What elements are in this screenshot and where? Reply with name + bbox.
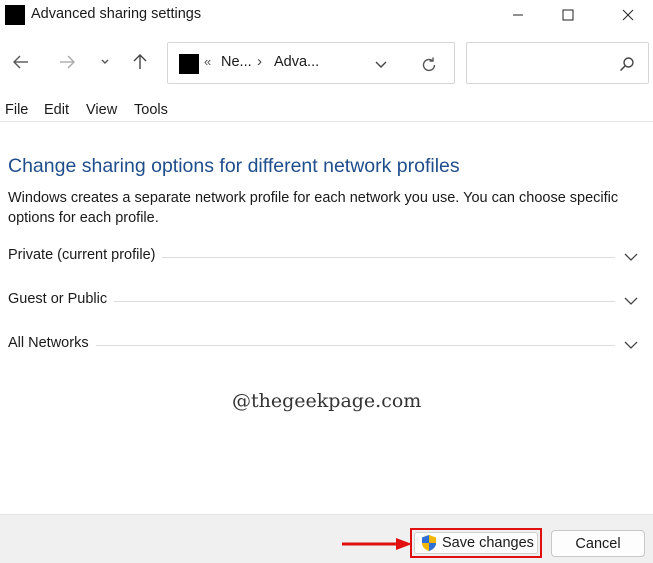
minimize-icon — [513, 14, 523, 16]
page-description: Windows creates a separate network profi… — [8, 190, 619, 226]
breadcrumb-advanced[interactable]: Adva... — [274, 54, 319, 70]
profile-section-private[interactable]: Private (current profile) — [8, 245, 648, 269]
profile-section-guest[interactable]: Guest or Public — [8, 289, 648, 313]
chevron-down-icon — [101, 59, 109, 64]
maximize-icon — [562, 9, 574, 21]
search-icon — [619, 57, 634, 72]
maximize-button[interactable] — [545, 0, 591, 30]
menu-tools[interactable]: Tools — [134, 102, 168, 118]
arrow-right-icon — [60, 55, 75, 69]
up-button[interactable] — [128, 50, 152, 74]
chevron-down-icon — [624, 253, 638, 261]
close-icon — [622, 9, 634, 21]
window-title: Advanced sharing settings — [31, 6, 202, 22]
back-button[interactable] — [9, 50, 33, 74]
annotation-arrow-icon — [342, 538, 412, 550]
arrow-up-icon — [133, 54, 147, 69]
menu-edit[interactable]: Edit — [44, 102, 69, 118]
cancel-button[interactable]: Cancel — [551, 530, 645, 557]
network-icon — [179, 54, 199, 74]
profile-label-guest: Guest or Public — [8, 291, 115, 307]
page-heading: Change sharing options for different net… — [8, 155, 460, 177]
address-dropdown-button[interactable] — [371, 55, 391, 75]
arrow-left-icon — [13, 55, 28, 69]
profile-section-all-networks[interactable]: All Networks — [8, 333, 648, 357]
menu-view[interactable]: View — [86, 102, 117, 118]
title-bar: Advanced sharing settings — [0, 0, 653, 30]
divider — [8, 345, 615, 346]
save-changes-button[interactable]: Save changes — [414, 532, 538, 554]
profile-label-all-networks: All Networks — [8, 335, 96, 351]
address-bar[interactable]: « Ne... › Adva... — [167, 42, 455, 84]
refresh-icon — [422, 57, 436, 72]
chevron-down-icon — [624, 297, 638, 305]
menu-bar: File Edit View Tools — [0, 100, 653, 122]
chevron-down-icon — [624, 341, 638, 349]
save-changes-label: Save changes — [442, 535, 534, 551]
expand-private-button[interactable] — [622, 248, 640, 266]
watermark: @thegeekpage.com — [232, 390, 422, 412]
refresh-button[interactable] — [417, 53, 441, 77]
breadcrumb-network[interactable]: Ne... — [221, 54, 252, 70]
app-icon — [5, 5, 25, 25]
expand-guest-button[interactable] — [622, 292, 640, 310]
menu-file[interactable]: File — [5, 102, 28, 118]
recent-locations-button[interactable] — [93, 50, 117, 74]
search-input[interactable] — [466, 42, 649, 84]
minimize-button[interactable] — [495, 0, 541, 30]
expand-all-networks-button[interactable] — [622, 336, 640, 354]
hidden-path-chevrons[interactable]: « — [204, 54, 211, 69]
uac-shield-icon — [422, 535, 436, 551]
breadcrumb-separator[interactable]: › — [257, 53, 262, 70]
footer-bar: Save changes Cancel — [0, 514, 653, 563]
close-button[interactable] — [605, 0, 651, 30]
chevron-down-icon — [375, 61, 387, 68]
navigation-bar: « Ne... › Adva... — [0, 38, 653, 88]
profile-label-private: Private (current profile) — [8, 247, 163, 263]
forward-button[interactable] — [55, 50, 79, 74]
